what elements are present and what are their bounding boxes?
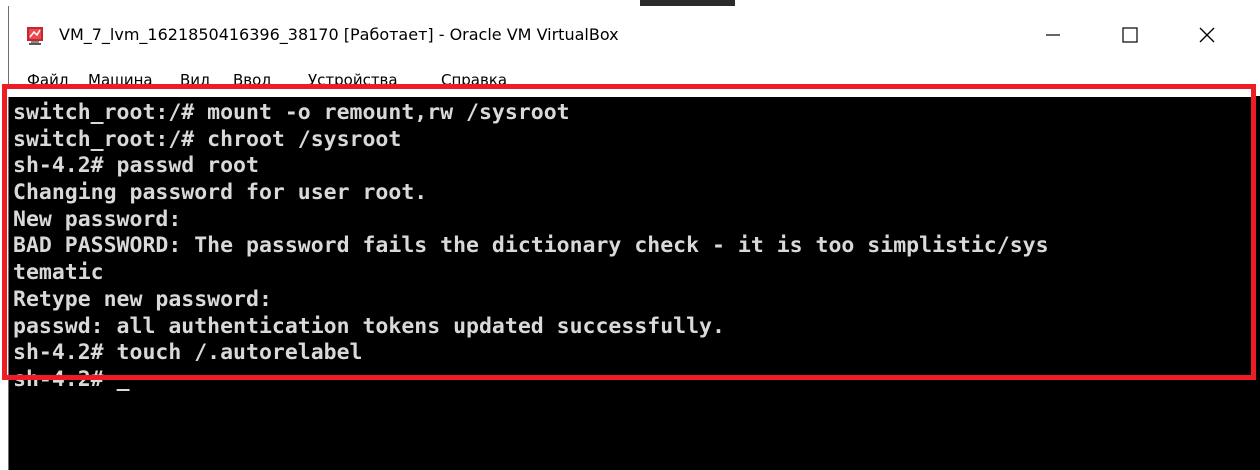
- maximize-button[interactable]: [1100, 6, 1160, 64]
- console-line: New password:: [13, 206, 182, 232]
- minimize-icon: [1046, 28, 1060, 42]
- virtualbox-icon: [25, 25, 45, 45]
- minimize-button[interactable]: [1023, 6, 1083, 64]
- title-bar[interactable]: VM_7_lvm_1621850416396_38170 [Работает] …: [9, 6, 1260, 64]
- text-cursor: _: [116, 366, 130, 392]
- console-line: sh-4.2# passwd root: [13, 153, 259, 179]
- vm-console-screen[interactable]: switch_root:/# mount -o remount,rw /sysr…: [9, 96, 1260, 470]
- menu-input[interactable]: Ввод: [233, 70, 272, 90]
- menu-help[interactable]: Справка: [441, 70, 507, 90]
- maximize-icon: [1122, 27, 1138, 43]
- console-line: switch_root:/# chroot /sysroot: [13, 126, 402, 152]
- menu-file[interactable]: Файл: [27, 70, 68, 90]
- annotation-gap: [7, 89, 1251, 97]
- console-line: tematic: [13, 260, 104, 286]
- close-icon: [1199, 27, 1215, 43]
- console-line: switch_root:/# mount -o remount,rw /sysr…: [13, 100, 570, 125]
- console-line: BAD PASSWORD: The password fails the dic…: [13, 233, 1049, 259]
- console-prompt: sh-4.2#: [13, 366, 117, 392]
- console-prompt-line: sh-4.2# _: [13, 367, 1260, 394]
- menu-devices[interactable]: Устройства: [308, 70, 398, 90]
- menu-view[interactable]: Вид: [180, 70, 210, 90]
- console-line: passwd: all authentication tokens update…: [13, 313, 725, 339]
- close-button[interactable]: [1177, 6, 1237, 64]
- console-line: Retype new password:: [13, 286, 272, 312]
- menu-machine[interactable]: Машина: [88, 70, 153, 90]
- console-line: sh-4.2# touch /.autorelabel: [13, 340, 363, 366]
- console-line: Changing password for user root.: [13, 180, 428, 206]
- window-title: VM_7_lvm_1621850416396_38170 [Работает] …: [59, 25, 619, 44]
- virtualbox-window: VM_7_lvm_1621850416396_38170 [Работает] …: [8, 6, 1260, 470]
